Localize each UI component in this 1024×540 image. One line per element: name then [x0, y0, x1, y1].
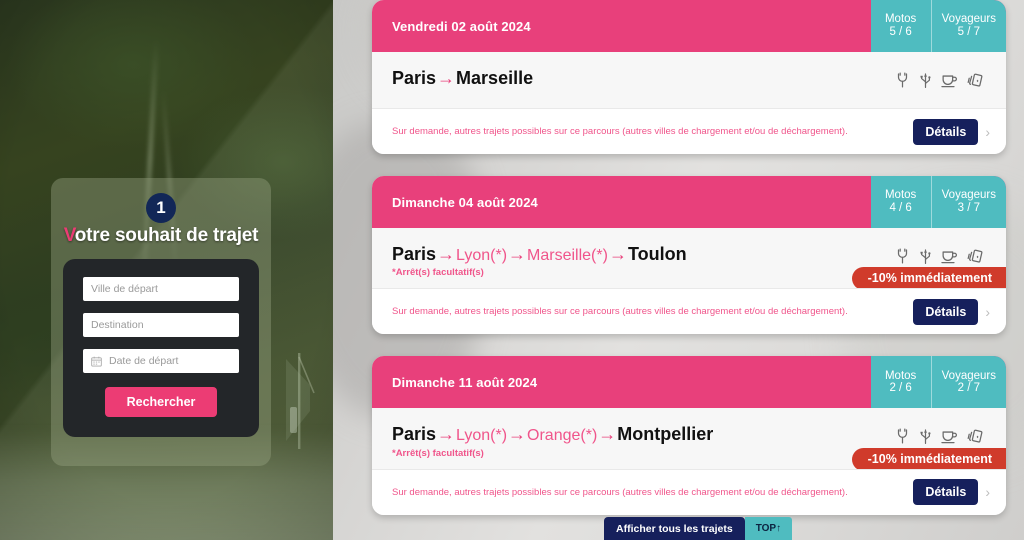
coffee-cup-icon	[941, 74, 958, 87]
power-plug-icon	[897, 428, 908, 444]
route-arrow-icon: →	[608, 244, 627, 264]
chevron-right-icon[interactable]: ›	[985, 124, 990, 140]
capacity-counters: Motos 4 / 6 Voyageurs 3 / 7	[870, 176, 1006, 228]
usb-icon	[920, 249, 931, 265]
power-plug-icon	[897, 72, 908, 88]
route-stop: Lyon(*)	[456, 247, 508, 264]
show-all-trips-button[interactable]: Afficher tous les trajets	[604, 517, 745, 540]
trip-card[interactable]: Dimanche 11 août 2024 Motos 2 / 6 Voyage…	[372, 356, 1006, 515]
trip-date: Vendredi 02 août 2024	[392, 18, 531, 34]
details-button[interactable]: Détails	[913, 479, 979, 506]
route-endpoint: Toulon	[627, 244, 687, 264]
capacity-counter: Voyageurs 2 / 7	[930, 356, 1006, 409]
on-request-note: Sur demande, autres trajets possibles su…	[392, 486, 848, 498]
trip-card-footer: Sur demande, autres trajets possibles su…	[372, 288, 1006, 335]
capacity-counter-value: 5 / 7	[957, 26, 981, 38]
usb-icon	[920, 73, 931, 89]
details-button[interactable]: Détails	[913, 118, 979, 145]
capacity-counters: Motos 2 / 6 Voyageurs 2 / 7	[870, 356, 1006, 409]
trip-card[interactable]: Dimanche 04 août 2024 Motos 4 / 6 Voyage…	[372, 176, 1006, 335]
trip-card-header: Vendredi 02 août 2024 Motos 5 / 6 Voyage…	[372, 0, 1006, 52]
route-endpoint: Marseille	[456, 68, 534, 88]
amenities-icons	[895, 248, 984, 265]
hero-background-image: 1 Votre souhait de trajet Ville de dépar…	[0, 0, 333, 540]
route-arrow-icon: →	[508, 244, 527, 264]
chevron-right-icon[interactable]: ›	[985, 484, 990, 500]
capacity-counter-label: Voyageurs	[941, 189, 996, 202]
bottom-action-bar: Afficher tous les trajets TOP↑	[604, 517, 793, 540]
trip-card-body: Paris→Lyon(*)→Marseille(*)→Toulon *Arrêt…	[372, 228, 1006, 291]
capacity-counter-value: 2 / 7	[957, 382, 981, 395]
page-root: 1 Votre souhait de trajet Ville de dépar…	[0, 0, 1024, 540]
trip-card-body: Paris→Marseille	[372, 52, 1006, 108]
capacity-counter-value: 2 / 6	[889, 382, 912, 395]
route-arrow-icon: →	[437, 244, 456, 264]
route-stop: Marseille(*)	[527, 247, 608, 264]
search-button[interactable]: Rechercher	[104, 387, 218, 417]
capacity-counter: Motos 2 / 6	[871, 356, 931, 408]
chevron-right-icon[interactable]: ›	[985, 304, 990, 320]
on-request-note: Sur demande, autres trajets possibles su…	[392, 126, 848, 137]
departure-city-input[interactable]	[83, 277, 239, 301]
trip-card-footer: Sur demande, autres trajets possibles su…	[372, 108, 1006, 154]
amenities-icons	[895, 72, 984, 89]
trip-date: Dimanche 04 août 2024	[392, 194, 538, 210]
promo-badge: -10% immédiatement	[851, 447, 1006, 471]
capacity-counter-value: 4 / 6	[889, 202, 912, 214]
capacity-counter: Voyageurs 3 / 7	[930, 176, 1006, 228]
results-panel: Vendredi 02 août 2024 Motos 5 / 6 Voyage…	[333, 0, 1024, 540]
trip-search-panel: 1 Votre souhait de trajet Ville de dépar…	[51, 178, 271, 466]
destination-city-input[interactable]	[83, 313, 239, 337]
trip-card-body: Paris→Lyon(*)→Orange(*)→Montpellier *Arr…	[372, 408, 1006, 471]
route-endpoint: Paris	[392, 424, 437, 445]
trip-card[interactable]: Vendredi 02 août 2024 Motos 5 / 6 Voyage…	[372, 0, 1006, 154]
calendar-icon	[91, 356, 102, 366]
capacity-counter: Voyageurs 5 / 7	[930, 0, 1006, 52]
search-panel-title: Votre souhait de trajet	[63, 225, 259, 247]
departure-date-input[interactable]: Date de départ	[83, 349, 239, 373]
amenities-icons	[895, 428, 984, 445]
power-plug-icon	[897, 248, 908, 264]
details-button[interactable]: Détails	[913, 298, 979, 325]
route-arrow-icon: →	[508, 424, 527, 445]
capacity-counter: Motos 5 / 6	[871, 0, 931, 52]
route-arrow-icon: →	[437, 424, 456, 445]
playing-cards-icon	[967, 429, 983, 443]
usb-icon	[920, 429, 931, 445]
route-arrow-icon: →	[598, 424, 617, 445]
trip-card-list: Vendredi 02 août 2024 Motos 5 / 6 Voyage…	[372, 0, 1006, 537]
playing-cards-icon	[967, 73, 983, 87]
scroll-to-top-button[interactable]: TOP↑	[744, 517, 793, 540]
capacity-counters: Motos 5 / 6 Voyageurs 5 / 7	[870, 0, 1006, 52]
capacity-counter: Motos 4 / 6	[871, 176, 931, 228]
trip-card-header: Dimanche 04 août 2024 Motos 4 / 6 Voyage…	[372, 176, 1006, 228]
coffee-cup-icon	[941, 250, 958, 263]
capacity-counter-label: Motos	[884, 189, 917, 202]
route-endpoint: Paris	[392, 244, 437, 264]
step-number-badge: 1	[146, 193, 176, 223]
promo-badge: -10% immédiatement	[851, 267, 1006, 291]
capacity-counter-label: Voyageurs	[941, 13, 996, 26]
on-request-note: Sur demande, autres trajets possibles su…	[392, 306, 848, 318]
playing-cards-icon	[967, 249, 983, 263]
capacity-counter-label: Motos	[884, 13, 917, 26]
capacity-counter-value: 3 / 7	[957, 202, 981, 214]
route-endpoint: Paris	[392, 68, 437, 88]
capacity-counter-label: Voyageurs	[941, 369, 996, 382]
route-stop: Orange(*)	[527, 427, 598, 445]
capacity-counter-label: Motos	[884, 369, 917, 382]
route-endpoint: Montpellier	[617, 424, 714, 445]
departure-date-placeholder: Date de départ	[109, 355, 179, 367]
route-arrow-icon: →	[437, 68, 456, 88]
trip-date: Dimanche 11 août 2024	[392, 374, 538, 390]
trip-card-footer: Sur demande, autres trajets possibles su…	[372, 468, 1006, 515]
search-title-accent-letter: V	[63, 225, 75, 246]
search-title-rest: otre souhait de trajet	[74, 225, 259, 246]
search-form: Date de départ Rechercher	[63, 259, 259, 437]
capacity-counter-value: 5 / 6	[889, 26, 912, 38]
route-stop: Lyon(*)	[456, 427, 508, 445]
coffee-cup-icon	[941, 431, 958, 444]
trip-card-header: Dimanche 11 août 2024 Motos 2 / 6 Voyage…	[372, 356, 1006, 409]
